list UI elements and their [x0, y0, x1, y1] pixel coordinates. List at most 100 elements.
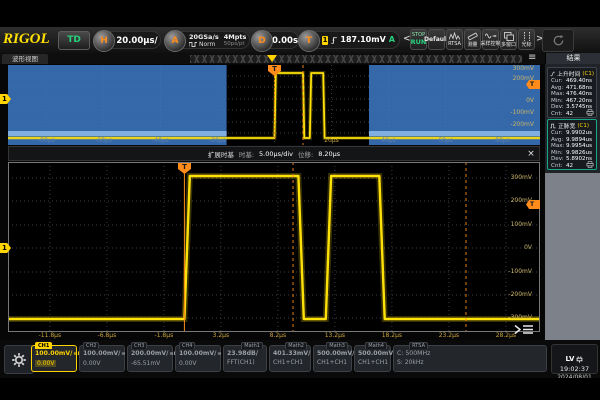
multi-window-button[interactable]: 多窗口	[500, 29, 517, 50]
math-tab: Math1	[241, 342, 263, 349]
time-axis-label: 23.2μs	[434, 332, 464, 339]
power-mode-label: LV	[566, 355, 575, 363]
clock-time: 19:02:37	[552, 365, 597, 374]
memory-depth: 4Mpts	[224, 34, 247, 41]
time-axis-label: 80μs	[488, 137, 518, 144]
square-wave-icon	[189, 42, 197, 47]
expand-menu-icon[interactable]	[512, 323, 536, 336]
time-axis-label: 3.2μs	[206, 332, 236, 339]
trigger-position-indicator[interactable]	[267, 55, 277, 62]
math-tab: Math3	[326, 342, 348, 349]
settings-gear-button[interactable]	[4, 345, 34, 374]
zoom-waveform-panel[interactable]: 300mV200mV100mV0V-100mV-200mV-300mV T T	[8, 162, 540, 332]
channel-box-ch4[interactable]: CH4 100.00mV/≡ 0.00V	[175, 345, 221, 372]
record-navigation-strip[interactable]	[190, 55, 522, 63]
main-waveform-svg	[8, 65, 540, 145]
waveform-arrow-icon	[485, 32, 497, 40]
channel-tab: CH2	[83, 342, 99, 349]
system-status-box[interactable]: LV 19:02:37 2024/08/01	[551, 344, 598, 374]
measure-button[interactable]: 测量	[464, 29, 481, 50]
spectrum-icon	[449, 32, 460, 40]
rise-time-icon	[550, 71, 555, 77]
time-axis-label: 18.2μs	[377, 332, 407, 339]
oscilloscope-screen: RIGOL TD 20.00μs/ H 20GSa/s 4Mpts Norm 5…	[0, 27, 600, 378]
trigger-level: 187.10mV	[340, 32, 385, 48]
trigger-source-badge: 1	[322, 36, 328, 45]
math-tab: Math4	[365, 342, 387, 349]
zoom-offset: 8.20μs	[318, 150, 340, 158]
time-axis-label: -40μs	[146, 137, 176, 144]
time-axis-label: -11.8μs	[35, 332, 65, 339]
sample-rate: 20GSa/s	[189, 34, 219, 41]
measurement-channel: (C1)	[582, 71, 594, 77]
plug-icon	[576, 356, 583, 363]
time-axis-label: 8.2μs	[263, 332, 293, 339]
horizontal-knob[interactable]: H	[93, 30, 115, 52]
measurement-card-positive-width[interactable]: 正脉宽 (C1) Cur:9.9902us Avg:9.9894us Max:9…	[547, 119, 597, 170]
rigol-logo: RIGOL	[3, 31, 50, 48]
printer-icon[interactable]	[586, 109, 594, 116]
coupling-icons: ≡	[217, 351, 221, 357]
channel-tab: CH4	[179, 342, 195, 349]
header-bar: RIGOL TD 20.00μs/ H 20GSa/s 4Mpts Norm 5…	[0, 27, 600, 54]
zoom-timebase: 5.00μs/div	[259, 150, 293, 158]
sample-control-button[interactable]: 采样控制	[482, 29, 499, 50]
main-time-axis: -80μs -60μs -40μs -20μs 20μs 40μs 60μs 80μs	[8, 137, 540, 145]
channel-box-ch1[interactable]: CH1 100.00mV/≡Ω 0.00V	[31, 345, 77, 372]
waveform-view-tab[interactable]: 波形视图	[2, 54, 48, 64]
time-axis-label: 60μs	[431, 137, 461, 144]
time-axis-label: -1.8μs	[149, 332, 179, 339]
acq-mode: Norm	[189, 41, 219, 48]
channel-status-bar: CH1 100.00mV/≡Ω 0.00V CH2 100.00mV/≡ 0.0…	[0, 340, 600, 378]
channel-box-ch2[interactable]: CH2 100.00mV/≡ 0.00V	[79, 345, 125, 372]
sidebar-empty-area	[545, 173, 600, 340]
clock-date: 2024/08/01	[552, 374, 597, 378]
rtsa-tab: RTSA	[409, 342, 428, 349]
autoscale-button[interactable]	[542, 29, 574, 52]
main-waveform-panel[interactable]: 300mV200mV0V-100mV-200mV -80μs-60μs-40μs…	[8, 65, 540, 145]
math1-box[interactable]: Math1 23.98dB/ FFT(CH1)	[223, 345, 267, 372]
default-button[interactable]: Default	[428, 29, 445, 50]
math3-box[interactable]: Math3 500.00mV/ CH1+CH1	[313, 345, 352, 372]
windows-icon	[504, 32, 514, 41]
time-axis-label: -6.8μs	[92, 332, 122, 339]
measurement-channel: (C1)	[577, 123, 589, 129]
delay-knob[interactable]: D	[251, 30, 273, 52]
measurement-name: 上升时间	[557, 69, 580, 78]
channel-tab: CH3	[131, 342, 147, 349]
acquire-knob[interactable]: A	[164, 30, 186, 52]
measurement-name: 正脉宽	[558, 121, 575, 130]
sample-interval: 50ps/pt	[224, 41, 247, 48]
zoom-titlebar[interactable]: 扩展时基 时基: 5.00μs/div 位移: 8.20μs ×	[8, 146, 540, 161]
cursor-lines-icon	[522, 32, 532, 41]
measurement-card-rise-time[interactable]: 上升时间 (C1) Cur:469.40ns Avg:471.68ns Max:…	[547, 67, 597, 118]
time-axis-label: -60μs	[89, 137, 119, 144]
ruler-icon	[467, 32, 478, 41]
zoom-title: 扩展时基	[208, 149, 234, 159]
mode-badge[interactable]: TD	[58, 31, 90, 50]
list-icon[interactable]: ≡	[528, 52, 536, 63]
trigger-display[interactable]: 1 187.10mV A	[308, 31, 400, 49]
circular-arrows-icon	[552, 34, 565, 47]
pulse-width-icon	[550, 123, 556, 129]
trigger-knob[interactable]: T	[298, 30, 320, 52]
rtsa-button[interactable]: RTSA	[446, 29, 463, 50]
math4-box[interactable]: Math4 500.00mV/ CH1+CH1	[354, 345, 391, 372]
math-tab: Math2	[285, 342, 307, 349]
zoom-waveform-svg	[8, 162, 540, 332]
close-icon[interactable]: ×	[526, 149, 536, 159]
cursor-button[interactable]: 光标	[518, 29, 535, 50]
channel-tab: CH1	[35, 342, 52, 349]
trigger-sweep-mode: A	[389, 32, 395, 48]
time-axis-label: -80μs	[32, 137, 62, 144]
gear-icon	[11, 352, 27, 368]
coupling-icons: ≡	[121, 351, 125, 357]
channel-box-ch3[interactable]: CH3 200.00mV/≡Ω -65.51mV	[127, 345, 173, 372]
time-axis-label: -20μs	[203, 137, 233, 144]
time-axis-label: 40μs	[374, 137, 404, 144]
time-axis-label: 20μs	[317, 137, 347, 144]
rising-edge-icon	[331, 35, 337, 46]
rtsa-box[interactable]: RTSA C: 500MHz S: 20kHz	[393, 345, 547, 372]
printer-icon[interactable]	[586, 161, 594, 168]
math2-box[interactable]: Math2 401.33mV/ CH1+CH1	[269, 345, 311, 372]
